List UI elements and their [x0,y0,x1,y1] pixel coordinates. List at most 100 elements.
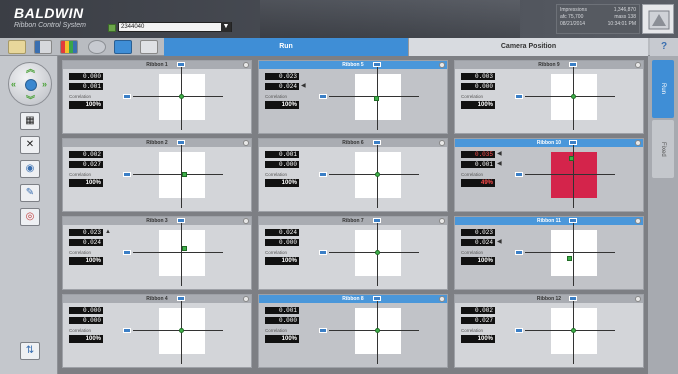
panel-title: Ribbon 8 [259,295,447,303]
x-offset-value: 0.023 [265,73,299,80]
ribbon-panel[interactable]: Ribbon 4 0.000 0.000 Correlation 100% [62,294,252,368]
ribbon-panel[interactable]: Ribbon 2 0.002 0.027 Correlation 100% [62,138,252,212]
registration-target[interactable] [319,140,419,208]
disable-button[interactable]: ✕ [20,136,40,154]
registration-target[interactable] [123,62,223,130]
horizontal-adjust-handle[interactable] [319,328,327,333]
correlation-label: Correlation [69,250,92,255]
vertical-adjust-handle[interactable] [569,140,577,145]
ribbon-panel[interactable]: Ribbon 10 0.035 ◀ 0.001 ◀ Correlation 49… [454,138,644,212]
ribbon-panel[interactable]: Ribbon 5 0.023 0.024 ◀ Correlation 100% [258,60,448,134]
vertical-adjust-handle[interactable] [177,62,185,67]
vertical-adjust-handle[interactable] [569,218,577,223]
chevron-up-icon[interactable]: ︽ [26,65,35,74]
vertical-adjust-handle[interactable] [177,296,185,301]
help-button[interactable]: ? [650,38,678,56]
ribbon-panel[interactable]: Ribbon 12 0.002 0.027 Correlation 100% [454,294,644,368]
registration-target[interactable] [319,296,419,364]
horizontal-adjust-handle[interactable] [515,250,523,255]
vertical-adjust-handle[interactable] [373,218,381,223]
registration-target[interactable] [123,296,223,364]
tab-side-fixed[interactable]: Fixed [652,120,674,178]
camera-button[interactable]: ◉ [20,160,40,178]
registration-target[interactable] [319,218,419,286]
print-icon[interactable] [140,40,158,54]
tab-side-run[interactable]: Run [652,60,674,118]
ribbon-panel[interactable]: Ribbon 7 0.024 0.000 Correlation 100% [258,216,448,290]
ribbon-panel[interactable]: Ribbon 1 0.000 0.001 Correlation 100% [62,60,252,134]
close-icon[interactable] [439,218,445,224]
y-offset-value: 0.000 [265,239,299,246]
stop-button[interactable]: ◎ [20,208,40,226]
registration-target[interactable] [515,62,615,130]
ribbon-panel[interactable]: Ribbon 9 0.003 0.000 Correlation 100% [454,60,644,134]
close-icon[interactable] [243,140,249,146]
bar-chart-icon[interactable] [34,40,52,54]
registration-target[interactable] [515,140,615,208]
horizontal-adjust-handle[interactable] [123,328,131,333]
direction-pad[interactable]: ︽ ︾ « » [8,62,52,106]
target-icon[interactable] [88,40,106,54]
status-panel: Impressions 1,346,870 afc 75,700 mass 138 … [556,4,640,34]
horizontal-adjust-handle[interactable] [515,328,523,333]
ribbon-panel[interactable]: Ribbon 6 0.001 0.000 Correlation 100% [258,138,448,212]
job-select-value: 2344040 [121,24,145,30]
registration-target[interactable] [123,140,223,208]
tool-button[interactable]: ✎ [20,184,40,202]
close-icon[interactable] [243,62,249,68]
color-palette-icon[interactable] [60,40,78,54]
close-icon[interactable] [243,296,249,302]
horizontal-adjust-handle[interactable] [515,94,523,99]
network-button[interactable]: ⇅ [20,342,40,360]
vertical-adjust-handle[interactable] [569,296,577,301]
horizontal-axis [133,330,223,331]
vertical-adjust-handle[interactable] [373,296,381,301]
horizontal-adjust-handle[interactable] [319,94,327,99]
center-button[interactable] [25,79,37,91]
vertical-adjust-handle[interactable] [373,62,381,67]
close-icon[interactable] [439,62,445,68]
vertical-adjust-handle[interactable] [177,140,185,145]
ribbon-panel[interactable]: Ribbon 3 0.023 ▲ 0.024 Correlation 100% [62,216,252,290]
registration-target[interactable] [319,62,419,130]
settings-gear-icon[interactable] [114,40,132,54]
close-icon[interactable] [439,140,445,146]
position-marker [182,246,187,251]
horizontal-adjust-handle[interactable] [123,250,131,255]
registration-target[interactable] [123,218,223,286]
close-icon[interactable] [635,62,641,68]
horizontal-adjust-handle[interactable] [515,172,523,177]
vertical-adjust-handle[interactable] [373,140,381,145]
position-marker [571,328,576,333]
close-icon[interactable] [439,296,445,302]
ribbon-panel[interactable]: Ribbon 8 0.001 0.000 Correlation 100% [258,294,448,368]
table-view-button[interactable]: ▦ [20,112,40,130]
registration-target[interactable] [515,296,615,364]
chevron-down-icon[interactable]: ︾ [26,96,35,105]
folder-icon[interactable] [8,40,26,54]
close-icon[interactable] [635,296,641,302]
left-sidebar: ︽ ︾ « » ▦ ✕ ◉ ✎ ◎ ⇅ [0,56,58,374]
tab-camera-position[interactable]: Camera Position [408,38,648,56]
chevron-right-icon[interactable]: » [42,80,47,89]
chevron-left-icon[interactable]: « [11,80,16,89]
horizontal-adjust-handle[interactable] [319,250,327,255]
status-label: Impressions [560,7,587,13]
correlation-label: Correlation [265,328,288,333]
chevron-down-icon[interactable]: ▼ [221,22,231,32]
correlation-label: Correlation [461,250,484,255]
horizontal-adjust-handle[interactable] [123,94,131,99]
ribbon-panel[interactable]: Ribbon 11 0.023 0.024 ◀ Correlation 100% [454,216,644,290]
vertical-adjust-handle[interactable] [177,218,185,223]
close-icon[interactable] [635,218,641,224]
job-select[interactable]: 2344040 ▼ [118,22,232,32]
registration-target[interactable] [515,218,615,286]
horizontal-adjust-handle[interactable] [319,172,327,177]
tab-run[interactable]: Run [164,38,408,56]
panel-title: Ribbon 2 [63,139,251,147]
close-icon[interactable] [243,218,249,224]
vertical-adjust-handle[interactable] [569,62,577,67]
close-icon[interactable] [635,140,641,146]
position-marker [179,94,184,99]
horizontal-adjust-handle[interactable] [123,172,131,177]
